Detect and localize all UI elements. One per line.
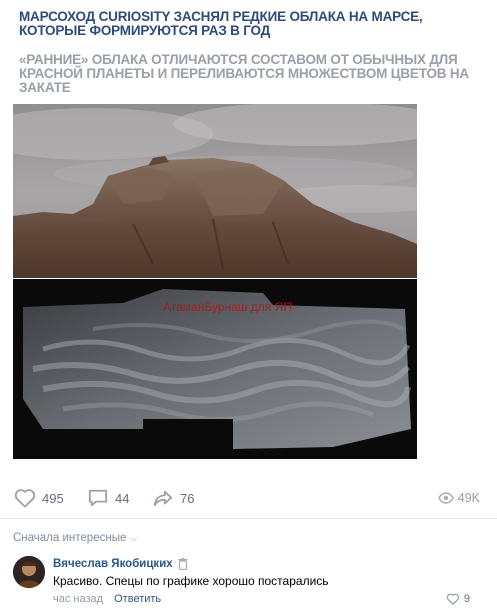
chevron-down-icon: ⌵ bbox=[130, 532, 138, 543]
trash-icon[interactable] bbox=[178, 558, 188, 570]
comment-author-name: Вячеслав Якобицких bbox=[53, 558, 173, 570]
comments-count: 44 bbox=[115, 490, 130, 506]
avatar[interactable] bbox=[13, 556, 45, 588]
views-counter: 49K bbox=[437, 484, 480, 512]
mars-clouds-photo[interactable]: АтаманБурнаш для ЯП bbox=[13, 279, 417, 459]
watermark: АтаманБурнаш для ЯП bbox=[163, 300, 292, 314]
post-headline: МАРСОХОД CURIOSITY ЗАСНЯЛ РЕДКИЕ ОБЛАКА … bbox=[19, 9, 423, 38]
comment-likes-count: 9 bbox=[463, 593, 470, 605]
reply-button[interactable]: Ответить bbox=[114, 593, 161, 605]
comment-text: Красиво. Спецы по графике хорошо постара… bbox=[53, 574, 329, 588]
share-button[interactable]: 76 bbox=[152, 484, 194, 512]
share-icon bbox=[153, 490, 173, 507]
comment-author[interactable]: Вячеслав Якобицких bbox=[53, 558, 188, 570]
comment-item: Вячеслав Якобицких Красиво. Спецы по гра… bbox=[13, 556, 483, 608]
mars-rock-photo[interactable] bbox=[13, 104, 417, 278]
views-count: 49K bbox=[457, 491, 480, 505]
comments-sort-dropdown[interactable]: Сначала интересные ⌵ bbox=[13, 532, 137, 544]
sort-label: Сначала интересные bbox=[13, 532, 127, 544]
eye-icon bbox=[437, 492, 454, 504]
likes-count: 495 bbox=[42, 490, 64, 506]
like-button[interactable]: 495 bbox=[14, 484, 64, 512]
comment-like-button[interactable]: 9 bbox=[446, 593, 470, 605]
comment-button[interactable]: 44 bbox=[87, 484, 129, 512]
post-subheadline: «РАННИЕ» ОБЛАКА ОТЛИЧАЮТСЯ СОСТАВОМ ОТ О… bbox=[19, 52, 469, 95]
divider bbox=[0, 518, 497, 519]
comment-icon bbox=[88, 489, 108, 507]
comment-time: час назад bbox=[53, 593, 104, 605]
post-actions-bar: 495 44 76 49K bbox=[0, 484, 497, 512]
shares-count: 76 bbox=[180, 490, 195, 506]
comment-meta: час назад Ответить bbox=[53, 593, 161, 605]
heart-icon bbox=[14, 489, 36, 508]
heart-icon bbox=[446, 593, 460, 605]
